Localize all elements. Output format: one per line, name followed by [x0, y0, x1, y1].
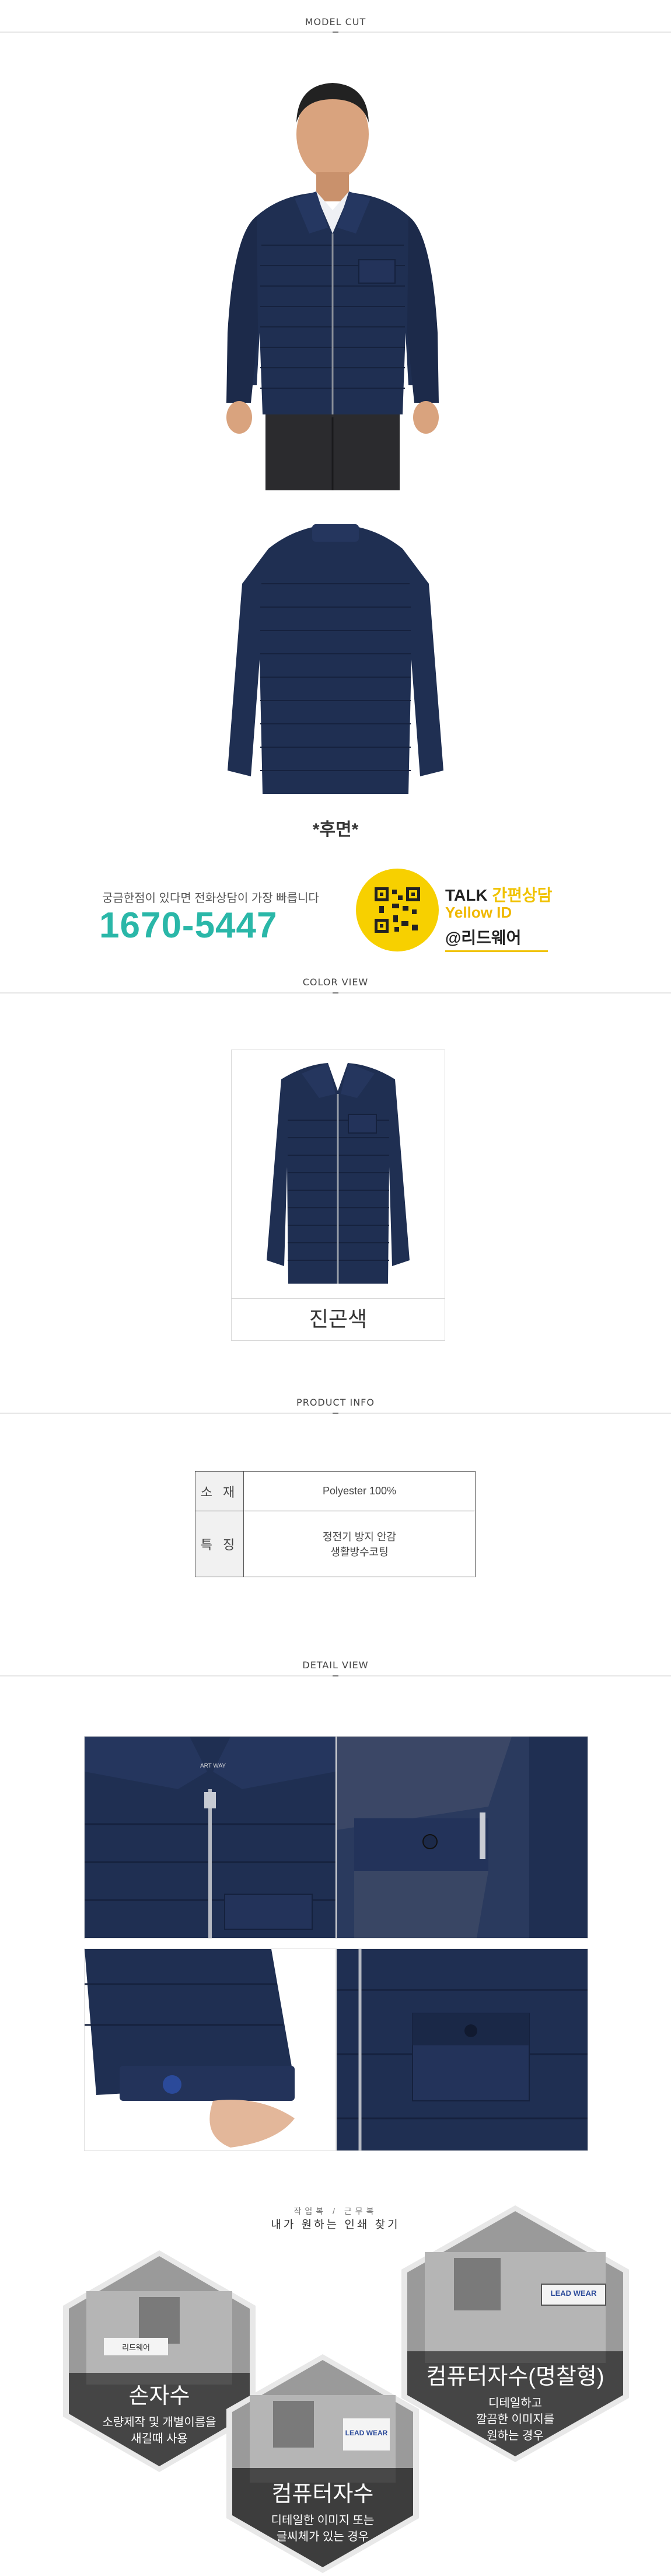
- print-option-desc: 소량제작 및 개별이름을: [102, 2416, 216, 2429]
- print-option-computer-embroidery[interactable]: LEAD WEAR 컴퓨터자수 디테일한 이미지 또는 글씨체가 있는 경우: [226, 2354, 419, 2573]
- feature-line: 생활방수코팅: [330, 1546, 389, 1558]
- kakao-underline: [445, 950, 548, 952]
- divider: [0, 1413, 671, 1414]
- print-option-info: 컴퓨터자수(명찰형) 디테일하고 깔끔한 이미지를 원하는 경우: [425, 2358, 606, 2444]
- divider: [0, 992, 671, 994]
- print-option-desc: 디테일한 이미지 또는: [271, 2514, 375, 2527]
- print-option-desc: 디테일하고: [488, 2397, 542, 2410]
- print-option-info: 손자수 소량제작 및 개별이름을 새길때 사용: [81, 2378, 238, 2447]
- talk-title-ko: 간편상담: [492, 886, 553, 904]
- talk-title-en: TALK: [445, 886, 488, 904]
- print-option-desc: 원하는 경우: [487, 2429, 544, 2442]
- spec-label-material: 소 재: [195, 1471, 244, 1511]
- print-option-computer-embroidery-nametag[interactable]: LEAD WEAR 컴퓨터자수(명찰형) 디테일하고 깔끔한 이미지를 원하는 …: [401, 2205, 629, 2462]
- print-option-desc: 깔끔한 이미지를: [476, 2413, 555, 2426]
- model-back-photo: [198, 514, 473, 806]
- detail-lining-image: [336, 1736, 588, 1939]
- section-title-model-cut: MODEL CUT: [305, 16, 366, 27]
- print-option-title: 컴퓨터자수: [271, 2482, 374, 2507]
- section-title-color-view: COLOR VIEW: [302, 977, 369, 988]
- product-info-table: 소 재 Polyester 100% 특 징 정전기 방지 안감 생활방수코팅: [195, 1471, 476, 1577]
- table-row: 소 재 Polyester 100%: [195, 1471, 476, 1511]
- table-row: 특 징 정전기 방지 안감 생활방수코팅: [195, 1511, 476, 1577]
- phone-number[interactable]: 1670-5447: [99, 905, 278, 946]
- print-option-info: 컴퓨터자수 디테일한 이미지 또는 글씨체가 있는 경우: [244, 2476, 401, 2545]
- back-view-caption: *후면*: [312, 820, 359, 839]
- color-jacket-image: [232, 1050, 445, 1299]
- model-front-photo: [193, 58, 473, 490]
- detail-cuff-image: [84, 1948, 336, 2151]
- patch-text: LEAD WEAR: [345, 2429, 388, 2437]
- print-option-desc: 새길때 사용: [131, 2432, 188, 2445]
- spec-label-feature: 특 징: [195, 1511, 244, 1577]
- section-title-product-info: PRODUCT INFO: [296, 1397, 375, 1408]
- yellow-id-label: Yellow ID: [445, 904, 512, 921]
- kakao-qr-code[interactable]: [356, 869, 439, 951]
- kakao-talk-title: TALK 간편상담: [445, 883, 552, 906]
- spec-value-material: Polyester 100%: [243, 1471, 476, 1511]
- patch-text: LEAD WEAR: [550, 2289, 597, 2298]
- color-card[interactable]: 진곤색: [231, 1050, 445, 1341]
- section-title-detail-view: DETAIL VIEW: [302, 1660, 369, 1671]
- divider: [0, 32, 671, 33]
- detail-collar-image: ART WAY: [84, 1736, 336, 1939]
- contact-caption: 궁금한점이 있다면 전화상담이 가장 빠릅니다: [102, 892, 319, 905]
- feature-line: 정전기 방지 안감: [323, 1531, 396, 1543]
- divider: [0, 1675, 671, 1676]
- print-option-desc: 글씨체가 있는 경우: [276, 2530, 369, 2543]
- patch-text: 리드웨어: [122, 2343, 150, 2352]
- detail-pocket-image: [336, 1948, 588, 2151]
- spec-value-feature: 정전기 방지 안감 생활방수코팅: [243, 1511, 476, 1577]
- kakao-id[interactable]: @리드웨어: [445, 925, 521, 949]
- color-name: 진곤색: [309, 1307, 368, 1331]
- print-option-title: 손자수: [128, 2384, 190, 2408]
- print-option-title: 컴퓨터자수(명찰형): [426, 2365, 604, 2389]
- brand-tag: ART WAY: [200, 1763, 226, 1769]
